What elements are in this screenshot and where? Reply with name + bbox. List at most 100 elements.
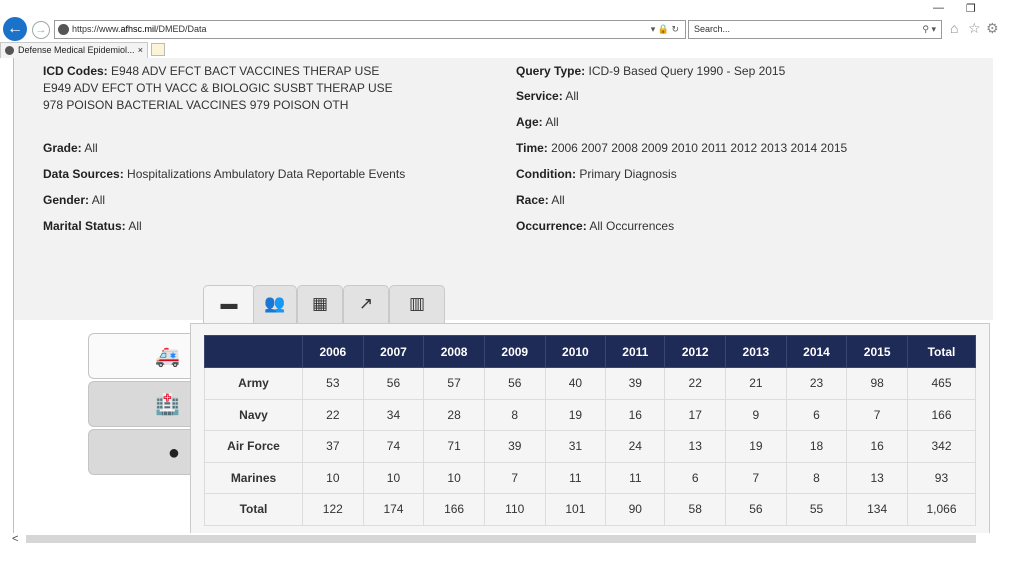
forward-button[interactable]: → — [32, 21, 50, 39]
table-cell: 13 — [664, 430, 727, 463]
gender-value: All — [91, 193, 106, 207]
table-cell: 8 — [483, 398, 546, 431]
col-header: 2013 — [725, 335, 787, 368]
table-cell: 101 — [544, 493, 607, 526]
condition-label: Condition: — [516, 167, 576, 181]
side-tab-ambulatory[interactable]: 🚑 — [88, 333, 190, 379]
query-field: Query Type: ICD-9 Based Query 1990 - Sep… — [516, 63, 785, 80]
new-tab-button[interactable] — [151, 43, 165, 56]
tab-demographics[interactable]: 👥 — [253, 285, 297, 323]
grade-field: Grade: All — [43, 140, 98, 157]
col-header: Total — [906, 335, 977, 368]
table-cell: 18 — [785, 430, 848, 463]
tab-line-chart[interactable]: ↗ — [343, 285, 389, 323]
sources-label: Data Sources: — [43, 167, 124, 181]
table-cell: 342 — [906, 430, 977, 463]
marital-field: Marital Status: All — [43, 218, 142, 235]
age-label: Age: — [516, 115, 543, 129]
settings-gear-icon[interactable]: ⚙ — [986, 20, 999, 37]
service-field: Service: All — [516, 88, 579, 105]
table-cell: 465 — [906, 367, 977, 400]
table-cell: 56 — [362, 367, 425, 400]
table-cell: 34 — [362, 398, 425, 431]
back-button[interactable]: ← — [3, 17, 27, 41]
search-placeholder: Search... — [694, 24, 731, 34]
col-header: 2009 — [483, 335, 546, 368]
row-label: Army — [204, 367, 303, 400]
icd-line-2: E949 ADV EFCT OTH VACC & BIOLOGIC SUSBT … — [43, 81, 393, 95]
table-cell: 13 — [846, 461, 908, 494]
restore-icon[interactable]: ❐ — [966, 2, 976, 15]
tab-archive[interactable]: ▬ — [203, 285, 255, 325]
col-header: 2011 — [605, 335, 666, 368]
table-cell: 8 — [785, 461, 848, 494]
table-cell: 39 — [605, 367, 666, 400]
table-cell: 16 — [846, 430, 908, 463]
table-cell: 23 — [785, 367, 848, 400]
icd-line-1: E948 ADV EFCT BACT VACCINES THERAP USE — [111, 64, 380, 78]
hospital-icon: 🏥 — [155, 394, 180, 416]
sources-value: Hospitalizations Ambulatory Data Reporta… — [127, 167, 406, 181]
table-cell: 22 — [664, 367, 727, 400]
corner-header — [204, 335, 303, 368]
table-cell: 19 — [544, 398, 607, 431]
table-row: Army 53 56 57 56 40 39 22 21 23 98 465 — [204, 367, 977, 400]
gender-field: Gender: All — [43, 192, 105, 209]
occurrence-label: Occurrence: — [516, 219, 587, 233]
tab-bar-chart[interactable]: ▥ — [389, 285, 445, 323]
table-cell: 1,066 — [906, 493, 977, 526]
marital-value: All — [128, 219, 142, 233]
search-input[interactable]: Search... ⚲ ▾ — [688, 20, 942, 39]
tab-table[interactable]: ▦ — [297, 285, 343, 323]
table-cell: 6 — [785, 398, 848, 431]
table-cell: 39 — [483, 430, 546, 463]
table-cell: 56 — [725, 493, 787, 526]
col-header: 2015 — [846, 335, 908, 368]
table-cell: 40 — [544, 367, 607, 400]
favorites-star-icon[interactable]: ☆ — [968, 20, 981, 37]
table-cell: 166 — [906, 398, 977, 431]
table-cell: 90 — [605, 493, 666, 526]
map-pin-icon: ● — [167, 442, 180, 464]
race-label: Race: — [516, 193, 549, 207]
side-tab-hospital[interactable]: 🏥 — [88, 381, 190, 427]
occurrence-value: All Occurrences — [589, 219, 675, 233]
table-cell: 16 — [605, 398, 666, 431]
col-header: 2014 — [785, 335, 848, 368]
table-cell: 10 — [362, 461, 425, 494]
table-icon: ▦ — [311, 294, 329, 313]
address-tools-icon[interactable]: ▾ 🔒 ↻ — [651, 21, 679, 38]
tab-title: Defense Medical Epidemiol... — [18, 45, 135, 55]
search-icon[interactable]: ⚲ ▾ — [922, 21, 936, 38]
table-cell: 9 — [725, 398, 787, 431]
tab-close-icon[interactable]: × — [138, 43, 143, 58]
race-value: All — [551, 193, 565, 207]
table-cell: 53 — [302, 367, 364, 400]
time-value: 2006 2007 2008 2009 2010 2011 2012 2013 … — [551, 141, 848, 155]
table-cell: 22 — [302, 398, 364, 431]
age-field: Age: All — [516, 114, 559, 131]
grade-label: Grade: — [43, 141, 82, 155]
home-icon[interactable]: ⌂ — [950, 20, 958, 36]
table-cell: 110 — [483, 493, 546, 526]
table-row: Marines 10 10 10 7 11 11 6 7 8 13 93 — [204, 461, 977, 494]
horizontal-scrollbar[interactable]: < — [0, 533, 993, 545]
minimize-icon[interactable]: — — [933, 2, 944, 14]
scroll-thumb[interactable] — [26, 535, 976, 543]
tab-favicon-icon — [5, 46, 14, 55]
col-header: 2010 — [544, 335, 607, 368]
age-value: All — [545, 115, 559, 129]
side-tab-location[interactable]: ● — [88, 429, 190, 475]
time-label: Time: — [516, 141, 548, 155]
condition-field: Condition: Primary Diagnosis — [516, 166, 677, 183]
archive-icon: ▬ — [220, 294, 238, 313]
url-host: afhsc.mil — [120, 24, 157, 34]
url-path: /DMED/Data — [156, 24, 207, 34]
icd-codes: ICD Codes: E948 ADV EFCT BACT VACCINES T… — [43, 63, 393, 114]
scroll-left-icon[interactable]: < — [12, 533, 18, 545]
address-bar[interactable]: https://www.afhsc.mil/DMED/Data ▾ 🔒 ↻ — [54, 20, 686, 39]
col-header: 2012 — [664, 335, 727, 368]
table-cell: 55 — [785, 493, 848, 526]
browser-tab[interactable]: Defense Medical Epidemiol... × — [0, 42, 148, 58]
icd-line-3: 978 POISON BACTERIAL VACCINES 979 POISON… — [43, 98, 349, 112]
